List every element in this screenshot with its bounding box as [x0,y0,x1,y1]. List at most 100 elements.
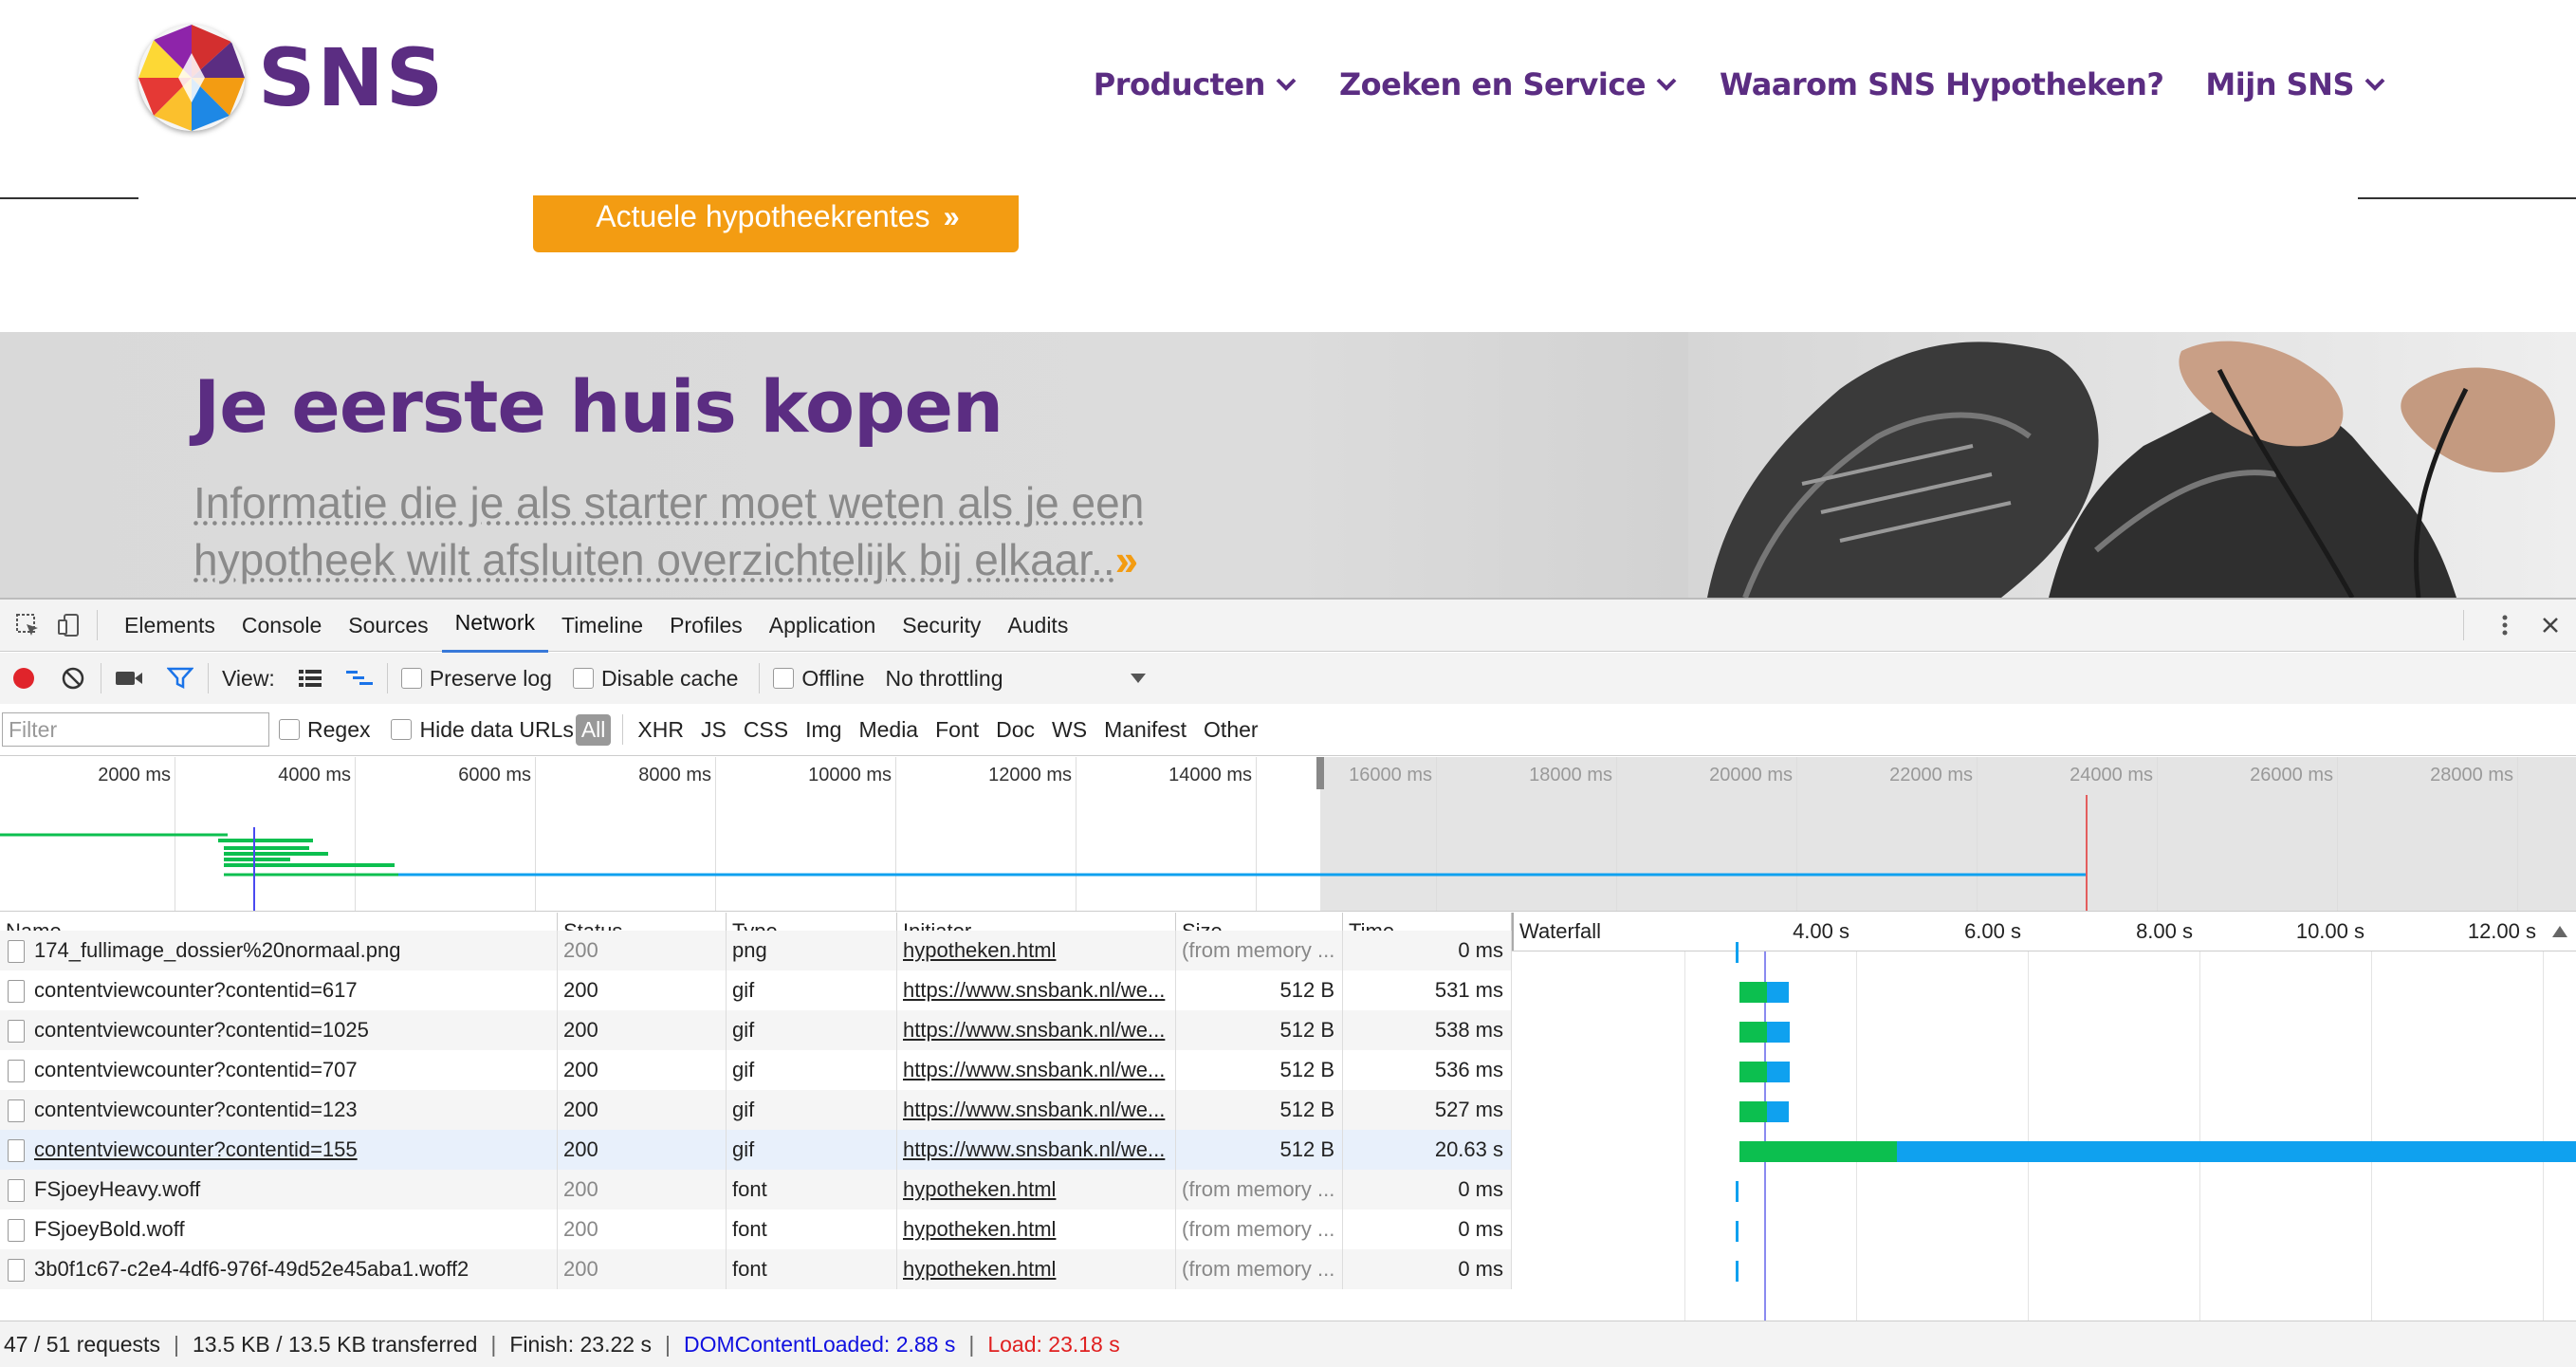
cell-name[interactable]: contentviewcounter?contentid=155 [0,1130,558,1170]
close-icon[interactable] [2536,611,2565,639]
waterfall-bar[interactable] [1739,1141,2576,1162]
sort-ascending-icon[interactable] [2551,924,2568,939]
overview-waterfall-icon[interactable] [345,664,374,693]
waterfall-bar[interactable] [1736,1221,1739,1242]
file-icon [8,1219,25,1243]
waterfall-bar[interactable] [1736,1261,1739,1282]
cell-initiator[interactable]: hypotheken.html [897,1210,1176,1249]
tab-elements[interactable]: Elements [111,600,229,651]
nav-mijn-sns[interactable]: Mijn SNS [2205,66,2386,102]
table-row[interactable]: contentviewcounter?contentid=1025 200 gif h… [0,1010,1512,1050]
cell-initiator[interactable]: https://www.snsbank.nl/we... [897,1050,1176,1090]
large-rows-icon[interactable] [296,664,324,693]
tab-audits[interactable]: Audits [994,600,1081,651]
table-row[interactable]: contentviewcounter?contentid=123 200 gif ht… [0,1090,1512,1130]
table-row[interactable]: 174_fullimage_dossier%20normaal.png 200 pn… [0,931,1512,970]
filter-type-font[interactable]: Font [927,717,987,743]
hide-data-urls-checkbox[interactable]: Hide data URLs [391,717,574,743]
cell-type: gif [727,1010,897,1050]
filter-type-css[interactable]: CSS [735,717,797,743]
tab-profiles[interactable]: Profiles [656,600,756,651]
tab-network[interactable]: Network [441,599,548,653]
table-row[interactable]: contentviewcounter?contentid=617 200 gif ht… [0,970,1512,1010]
waterfall-bar[interactable] [1739,1062,1790,1082]
more-options-icon[interactable] [2491,611,2519,639]
waterfall-bar[interactable] [1736,942,1739,963]
checkbox[interactable] [572,668,594,689]
cell-name[interactable]: 174_fullimage_dossier%20normaal.png [0,931,558,970]
cell-size: 512 B [1176,1130,1343,1170]
nav-producten[interactable]: Producten [1094,66,1297,102]
filter-type-all[interactable]: All [575,713,612,746]
cell-initiator[interactable]: hypotheken.html [897,1249,1176,1289]
cell-initiator[interactable]: hypotheken.html [897,931,1176,970]
filter-icon[interactable] [166,664,194,693]
device-toolbar-icon[interactable] [55,611,83,639]
tab-timeline[interactable]: Timeline [548,600,656,651]
waterfall-bar[interactable] [1739,1022,1791,1043]
cell-initiator[interactable]: https://www.snsbank.nl/we... [897,1010,1176,1050]
filter-type-ws[interactable]: WS [1043,717,1095,743]
table-row[interactable]: contentviewcounter?contentid=155 200 gif ht… [0,1130,1512,1170]
cell-name[interactable]: contentviewcounter?contentid=707 [0,1050,558,1090]
filter-type-doc[interactable]: Doc [987,717,1043,743]
filter-type-js[interactable]: JS [692,717,735,743]
record-icon[interactable] [9,664,38,693]
separator [622,714,624,745]
filter-input[interactable] [2,712,269,747]
separator: | [173,1331,179,1357]
request-type: gif [732,1098,755,1121]
nav-zoeken-en-service[interactable]: Zoeken en Service [1339,66,1678,102]
preserve-log-checkbox[interactable]: Preserve log [400,666,552,692]
table-row[interactable]: FSjoeyHeavy.woff 200 font hypotheken.html (f… [0,1170,1512,1210]
filter-type-xhr[interactable]: XHR [629,717,692,743]
disable-cache-checkbox[interactable]: Disable cache [572,666,738,692]
checkbox[interactable] [400,668,422,689]
waterfall-bar[interactable] [1736,1181,1739,1202]
filter-type-other[interactable]: Other [1195,717,1267,743]
regex-checkbox[interactable]: Regex [279,717,370,743]
tab-application[interactable]: Application [756,600,890,651]
filter-type-img[interactable]: Img [797,717,850,743]
cell-name[interactable]: 3b0f1c67-c2e4-4df6-976f-49d52e45aba1.wof… [0,1249,558,1289]
nav-label: Producten [1093,66,1266,102]
request-name: contentviewcounter?contentid=707 [34,1058,358,1081]
waterfall-tick-label: 10.00 s [2295,919,2364,943]
cell-initiator[interactable]: https://www.snsbank.nl/we... [897,1090,1176,1130]
inspect-element-icon[interactable] [13,611,42,639]
offline-checkbox[interactable]: Offline [773,666,864,692]
sns-logo[interactable]: SNS [138,25,445,131]
clear-icon[interactable] [59,664,87,693]
throttling-select[interactable]: No throttling [885,666,1147,692]
cell-name[interactable]: FSjoeyBold.woff [0,1210,558,1249]
waterfall-bar[interactable] [1739,1101,1789,1122]
column-header-waterfall[interactable]: Waterfall [1512,913,2576,951]
nav-waarom-sns-hypotheken[interactable]: Waarom SNS Hypotheken? [1720,66,2164,102]
actuele-hypotheekrentes-button[interactable]: Actuele hypotheekrentes ›› [533,195,1019,252]
cell-name[interactable]: contentviewcounter?contentid=1025 [0,1010,558,1050]
capture-screenshots-icon[interactable] [115,664,143,693]
hero-subtitle-link[interactable]: Informatie die je als starter moet weten… [193,474,1161,588]
table-row[interactable]: contentviewcounter?contentid=707 200 gif ht… [0,1050,1512,1090]
filter-type-media[interactable]: Media [850,717,927,743]
waterfall-bar[interactable] [1739,982,1790,1003]
tab-security[interactable]: Security [889,600,994,651]
checkbox[interactable] [773,668,795,689]
cell-name[interactable]: contentviewcounter?contentid=123 [0,1090,558,1130]
network-overview[interactable]: 2000 ms 4000 ms 6000 ms 8000 ms 10000 ms… [0,757,2576,912]
request-time: 0 ms [1458,1217,1503,1241]
checkbox[interactable] [391,719,413,740]
cell-time: 527 ms [1343,1090,1512,1130]
tab-sources[interactable]: Sources [335,600,441,651]
cell-initiator[interactable]: hypotheken.html [897,1170,1176,1210]
filter-type-manifest[interactable]: Manifest [1095,717,1195,743]
cell-initiator[interactable]: https://www.snsbank.nl/we... [897,1130,1176,1170]
checkbox[interactable] [279,719,300,740]
table-row[interactable]: 3b0f1c67-c2e4-4df6-976f-49d52e45aba1.wof… [0,1249,1512,1289]
cell-initiator[interactable]: https://www.snsbank.nl/we... [897,970,1176,1010]
cell-name[interactable]: FSjoeyHeavy.woff [0,1170,558,1210]
cell-name[interactable]: contentviewcounter?contentid=617 [0,970,558,1010]
overview-resize-handle [1316,757,1324,789]
table-row[interactable]: FSjoeyBold.woff 200 font hypotheken.html (fr… [0,1210,1512,1249]
tab-console[interactable]: Console [229,600,335,651]
